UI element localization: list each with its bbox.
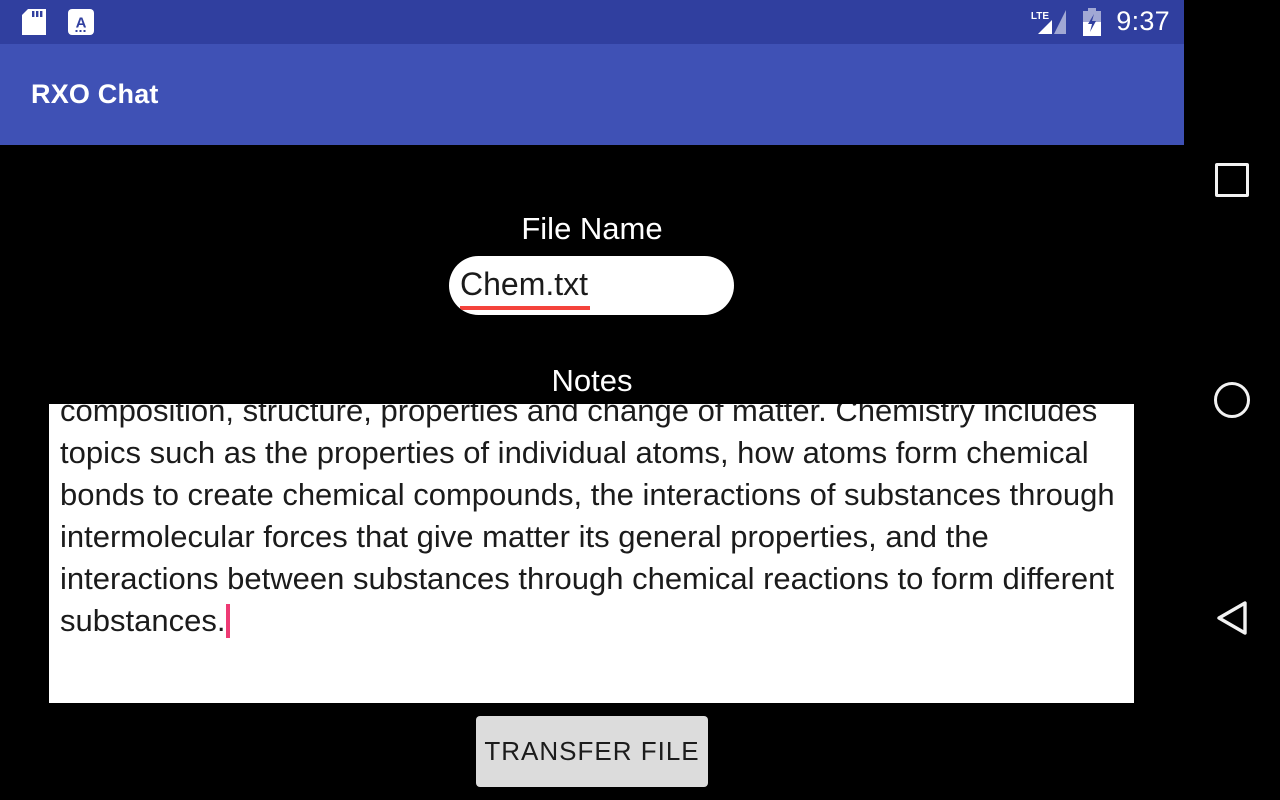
app-bar: RXO Chat: [0, 44, 1184, 145]
android-navigation-bar: [1184, 0, 1280, 800]
square-icon: [1215, 163, 1249, 197]
lte-signal-icon: LTE: [1028, 8, 1068, 36]
phone-content-area: A LTE 9:37 RXO Chat File Name Chem.txt N…: [0, 0, 1184, 800]
triangle-left-icon: [1213, 598, 1251, 643]
home-button[interactable]: [1184, 352, 1280, 448]
main-content: File Name Chem.txt Notes composition, st…: [0, 145, 1184, 800]
keyboard-input-method-icon[interactable]: A: [68, 9, 94, 35]
recents-button[interactable]: [1184, 132, 1280, 228]
file-name-label: File Name: [521, 211, 663, 246]
status-bar-left-icons: A: [22, 0, 94, 44]
sd-card-icon: [22, 9, 46, 35]
status-bar: A LTE 9:37: [0, 0, 1184, 44]
android-screen: A LTE 9:37 RXO Chat File Name Chem.txt N…: [0, 0, 1280, 800]
battery-charging-icon: [1080, 8, 1104, 36]
circle-icon: [1214, 382, 1250, 418]
notes-text-content: composition, structure, properties and c…: [60, 404, 1124, 642]
back-button[interactable]: [1184, 572, 1280, 668]
svg-text:A: A: [76, 15, 87, 32]
file-name-value: Chem.txt: [460, 266, 591, 310]
app-title: RXO Chat: [31, 79, 159, 109]
text-caret: [226, 604, 231, 638]
transfer-file-button[interactable]: TRANSFER FILE: [476, 716, 708, 787]
status-bar-right-icons: LTE 9:37: [1028, 0, 1170, 44]
notes-label: Notes: [551, 363, 633, 398]
notes-value: composition, structure, properties and c…: [60, 404, 1124, 638]
notes-textarea[interactable]: composition, structure, properties and c…: [49, 404, 1134, 703]
status-bar-clock: 9:37: [1116, 5, 1170, 36]
svg-text:LTE: LTE: [1031, 11, 1049, 22]
file-name-input[interactable]: Chem.txt: [449, 256, 734, 315]
